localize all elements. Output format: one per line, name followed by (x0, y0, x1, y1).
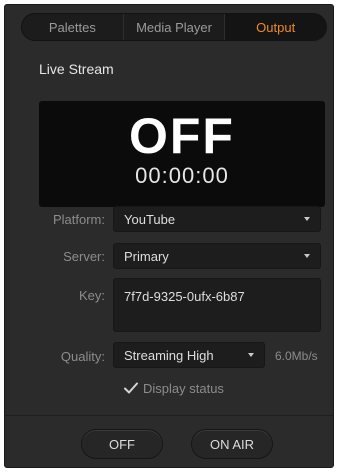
output-panel: Palettes Media Player Output Live Stream… (4, 4, 334, 468)
display-status-checkbox[interactable]: Display status (123, 378, 224, 398)
chevron-down-icon (304, 217, 310, 221)
divider (5, 415, 333, 416)
quality-value: Streaming High (124, 347, 214, 363)
tab-palettes[interactable]: Palettes (22, 14, 124, 40)
stream-timer: 00:00:00 (135, 163, 229, 188)
off-button[interactable]: OFF (81, 429, 163, 459)
stream-status-display: OFF 00:00:00 (39, 101, 325, 207)
server-select[interactable]: Primary (113, 243, 321, 269)
quality-bitrate: 6.0Mb/s (275, 349, 318, 363)
quality-label: Quality: (60, 349, 105, 364)
key-label: Key: (78, 288, 105, 303)
on-air-button[interactable]: ON AIR (191, 429, 273, 459)
section-title: Live Stream (39, 61, 114, 77)
platform-label: Platform: (52, 212, 105, 227)
tab-media-player[interactable]: Media Player (124, 14, 226, 40)
stream-state: OFF (129, 108, 235, 164)
stream-key-value: 7f7d-9325-0ufx-6b87 (124, 289, 245, 304)
tab-bar: Palettes Media Player Output (21, 13, 327, 41)
chevron-down-icon (304, 254, 310, 258)
server-value: Primary (124, 248, 169, 264)
stream-key-field[interactable]: 7f7d-9325-0ufx-6b87 (113, 278, 321, 332)
checkmark-icon (124, 382, 138, 394)
tab-output[interactable]: Output (225, 14, 326, 40)
quality-select[interactable]: Streaming High (113, 342, 265, 368)
server-label: Server: (63, 249, 105, 264)
platform-value: YouTube (124, 211, 176, 227)
chevron-down-icon (248, 353, 254, 357)
platform-select[interactable]: YouTube (113, 206, 321, 232)
display-status-label: Display status (143, 380, 224, 396)
